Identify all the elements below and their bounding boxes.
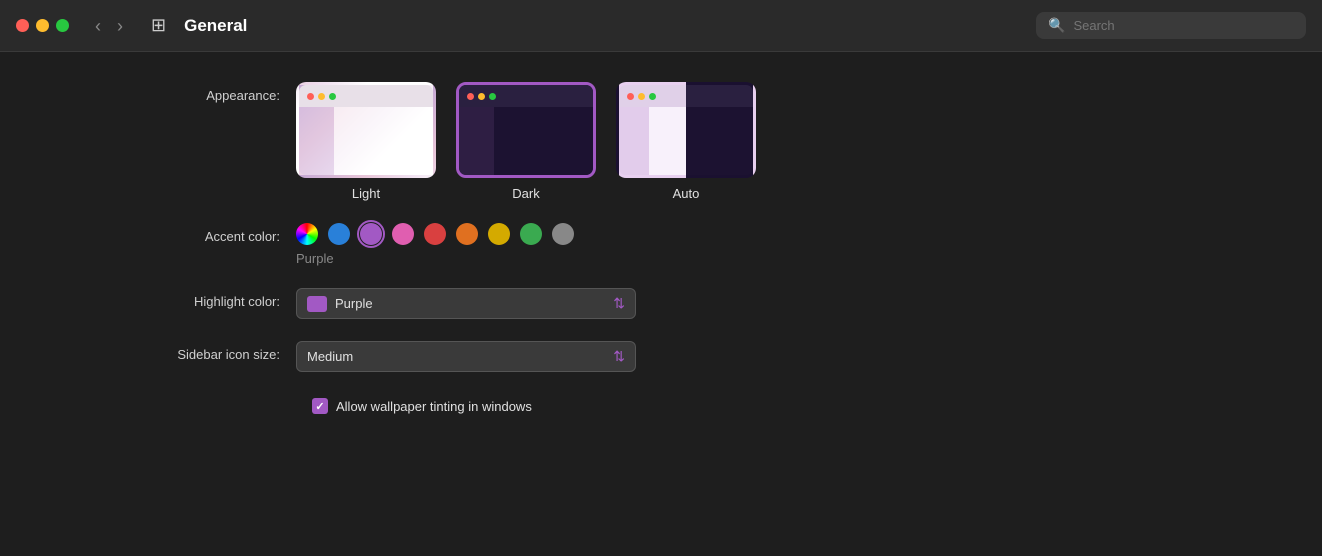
traffic-lights [16, 19, 69, 32]
forward-button[interactable]: › [111, 15, 129, 37]
nav-buttons: ‹ › [89, 15, 129, 37]
appearance-option-auto[interactable]: Auto [616, 82, 756, 201]
appearance-label: Appearance: [80, 82, 280, 103]
minimize-button[interactable] [36, 19, 49, 32]
wallpaper-tinting-control: ✓ Allow wallpaper tinting in windows [312, 394, 532, 414]
dot-red [467, 93, 474, 100]
thumb-main [494, 107, 593, 175]
wallpaper-tinting-label: Allow wallpaper tinting in windows [336, 399, 532, 414]
close-button[interactable] [16, 19, 29, 32]
highlight-color-control: Purple ⇅ [296, 288, 636, 319]
sidebar-icon-size-value: Medium [307, 349, 353, 364]
page-title: General [184, 16, 1024, 36]
accent-graphite[interactable] [552, 223, 574, 245]
highlight-color-swatch [307, 296, 327, 312]
dropdown-left: Purple [307, 296, 373, 312]
appearance-thumbnail-light [296, 82, 436, 178]
wallpaper-tinting-row: ✓ Allow wallpaper tinting in windows [296, 394, 1242, 414]
appearance-thumbnail-dark [456, 82, 596, 178]
thumb-sidebar [619, 107, 649, 175]
dot-yellow [638, 93, 645, 100]
dropdown-left: Medium [307, 349, 353, 364]
chevron-updown-icon: ⇅ [613, 348, 625, 365]
accent-pink[interactable] [392, 223, 414, 245]
dot-red [307, 93, 314, 100]
titlebar: ‹ › ⊞ General 🔍 [0, 0, 1322, 52]
thumb-sidebar [459, 107, 494, 175]
sidebar-icon-size-row: Sidebar icon size: Medium ⇅ [80, 341, 1242, 372]
grid-button[interactable]: ⊞ [145, 13, 172, 38]
sidebar-icon-size-control: Medium ⇅ [296, 341, 636, 372]
accent-selected-name: Purple [296, 251, 334, 266]
accent-color-label: Accent color: [80, 223, 280, 244]
accent-green[interactable] [520, 223, 542, 245]
accent-orange[interactable] [456, 223, 478, 245]
thumb-sidebar [299, 107, 334, 175]
highlight-color-dropdown[interactable]: Purple ⇅ [296, 288, 636, 319]
appearance-option-light[interactable]: Light [296, 82, 436, 201]
highlight-color-label: Highlight color: [80, 288, 280, 309]
dot-green [489, 93, 496, 100]
checkmark-icon: ✓ [315, 400, 324, 413]
appearance-thumbnail-auto [616, 82, 756, 178]
appearance-options: Light Dark [296, 82, 756, 201]
highlight-color-value: Purple [335, 296, 373, 311]
search-input[interactable] [1073, 18, 1294, 33]
search-box: 🔍 [1036, 12, 1306, 39]
accent-color-options [296, 223, 574, 245]
appearance-control: Light Dark [296, 82, 756, 201]
appearance-row: Appearance: [80, 82, 1242, 201]
thumb-right [686, 107, 753, 175]
wallpaper-tinting-checkbox-row: ✓ Allow wallpaper tinting in windows [312, 398, 532, 414]
accent-color-control: Purple [296, 223, 574, 266]
highlight-color-row: Highlight color: Purple ⇅ [80, 288, 1242, 319]
appearance-dark-label: Dark [512, 186, 539, 201]
dot-green [329, 93, 336, 100]
search-icon: 🔍 [1048, 17, 1065, 34]
back-button[interactable]: ‹ [89, 15, 107, 37]
dot-yellow [478, 93, 485, 100]
thumb-main [649, 107, 686, 175]
dot-yellow [318, 93, 325, 100]
appearance-option-dark[interactable]: Dark [456, 82, 596, 201]
accent-blue[interactable] [328, 223, 350, 245]
wallpaper-tinting-checkbox[interactable]: ✓ [312, 398, 328, 414]
thumb-main [334, 107, 433, 175]
accent-yellow[interactable] [488, 223, 510, 245]
dot-red [627, 93, 634, 100]
accent-color-row: Accent color: Purple [80, 223, 1242, 266]
fullscreen-button[interactable] [56, 19, 69, 32]
settings-content: Appearance: [0, 52, 1322, 466]
sidebar-icon-size-dropdown[interactable]: Medium ⇅ [296, 341, 636, 372]
appearance-light-label: Light [352, 186, 380, 201]
accent-red[interactable] [424, 223, 446, 245]
appearance-auto-label: Auto [673, 186, 700, 201]
dot-green [649, 93, 656, 100]
accent-multicolor[interactable] [296, 223, 318, 245]
sidebar-icon-size-label: Sidebar icon size: [80, 341, 280, 362]
chevron-updown-icon: ⇅ [613, 295, 625, 312]
accent-purple[interactable] [360, 223, 382, 245]
